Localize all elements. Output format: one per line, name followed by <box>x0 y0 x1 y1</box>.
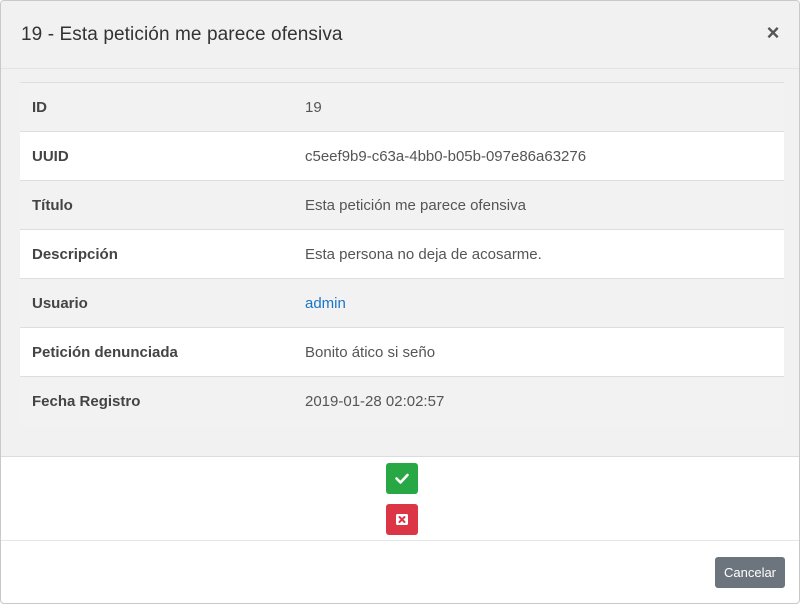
details-panel: ID 19 UUID c5eef9b9-c63a-4bb0-b05b-097e8… <box>1 69 799 457</box>
close-button[interactable]: × <box>763 21 783 45</box>
check-icon <box>395 473 409 484</box>
modal-header: 19 - Esta petición me parece ofensiva × <box>1 1 799 69</box>
cancel-button[interactable]: Cancelar <box>715 557 785 588</box>
row-label: Título <box>32 196 73 214</box>
reject-button[interactable] <box>386 504 418 535</box>
table-row-usuario: Usuario admin <box>20 278 784 328</box>
modal-title: 19 - Esta petición me parece ofensiva <box>21 24 343 45</box>
row-value: 2019-01-28 02:02:57 <box>305 392 445 410</box>
row-label: Descripción <box>32 245 118 263</box>
table-row-fecha: Fecha Registro 2019-01-28 02:02:57 <box>20 376 784 426</box>
approve-button[interactable] <box>386 463 418 494</box>
row-value-cell: admin <box>305 279 784 328</box>
row-value: Esta persona no deja de acosarme. <box>305 245 542 263</box>
table-row-id: ID 19 <box>20 82 784 132</box>
table-row-peticion: Petición denunciada Bonito ático si seño <box>20 327 784 377</box>
table-row-titulo: Título Esta petición me parece ofensiva <box>20 180 784 230</box>
table-row-descripcion: Descripción Esta persona no deja de acos… <box>20 229 784 279</box>
close-box-icon <box>396 514 408 525</box>
details-table: ID 19 UUID c5eef9b9-c63a-4bb0-b05b-097e8… <box>20 82 784 426</box>
footer-divider <box>1 540 799 541</box>
row-value: 19 <box>305 98 322 116</box>
row-label: Usuario <box>32 294 88 312</box>
row-value: c5eef9b9-c63a-4bb0-b05b-097e86a63276 <box>305 147 587 165</box>
row-value: Bonito ático si seño <box>305 343 436 361</box>
row-label: ID <box>32 98 47 116</box>
row-label: Fecha Registro <box>32 392 141 410</box>
row-value: Esta petición me parece ofensiva <box>305 196 526 214</box>
user-link[interactable]: admin <box>305 295 346 312</box>
table-row-uuid: UUID c5eef9b9-c63a-4bb0-b05b-097e86a6327… <box>20 131 784 181</box>
report-modal: 19 - Esta petición me parece ofensiva × … <box>0 0 800 604</box>
row-label: Petición denunciada <box>32 343 178 361</box>
row-label: UUID <box>32 147 69 165</box>
close-icon: × <box>766 20 780 45</box>
